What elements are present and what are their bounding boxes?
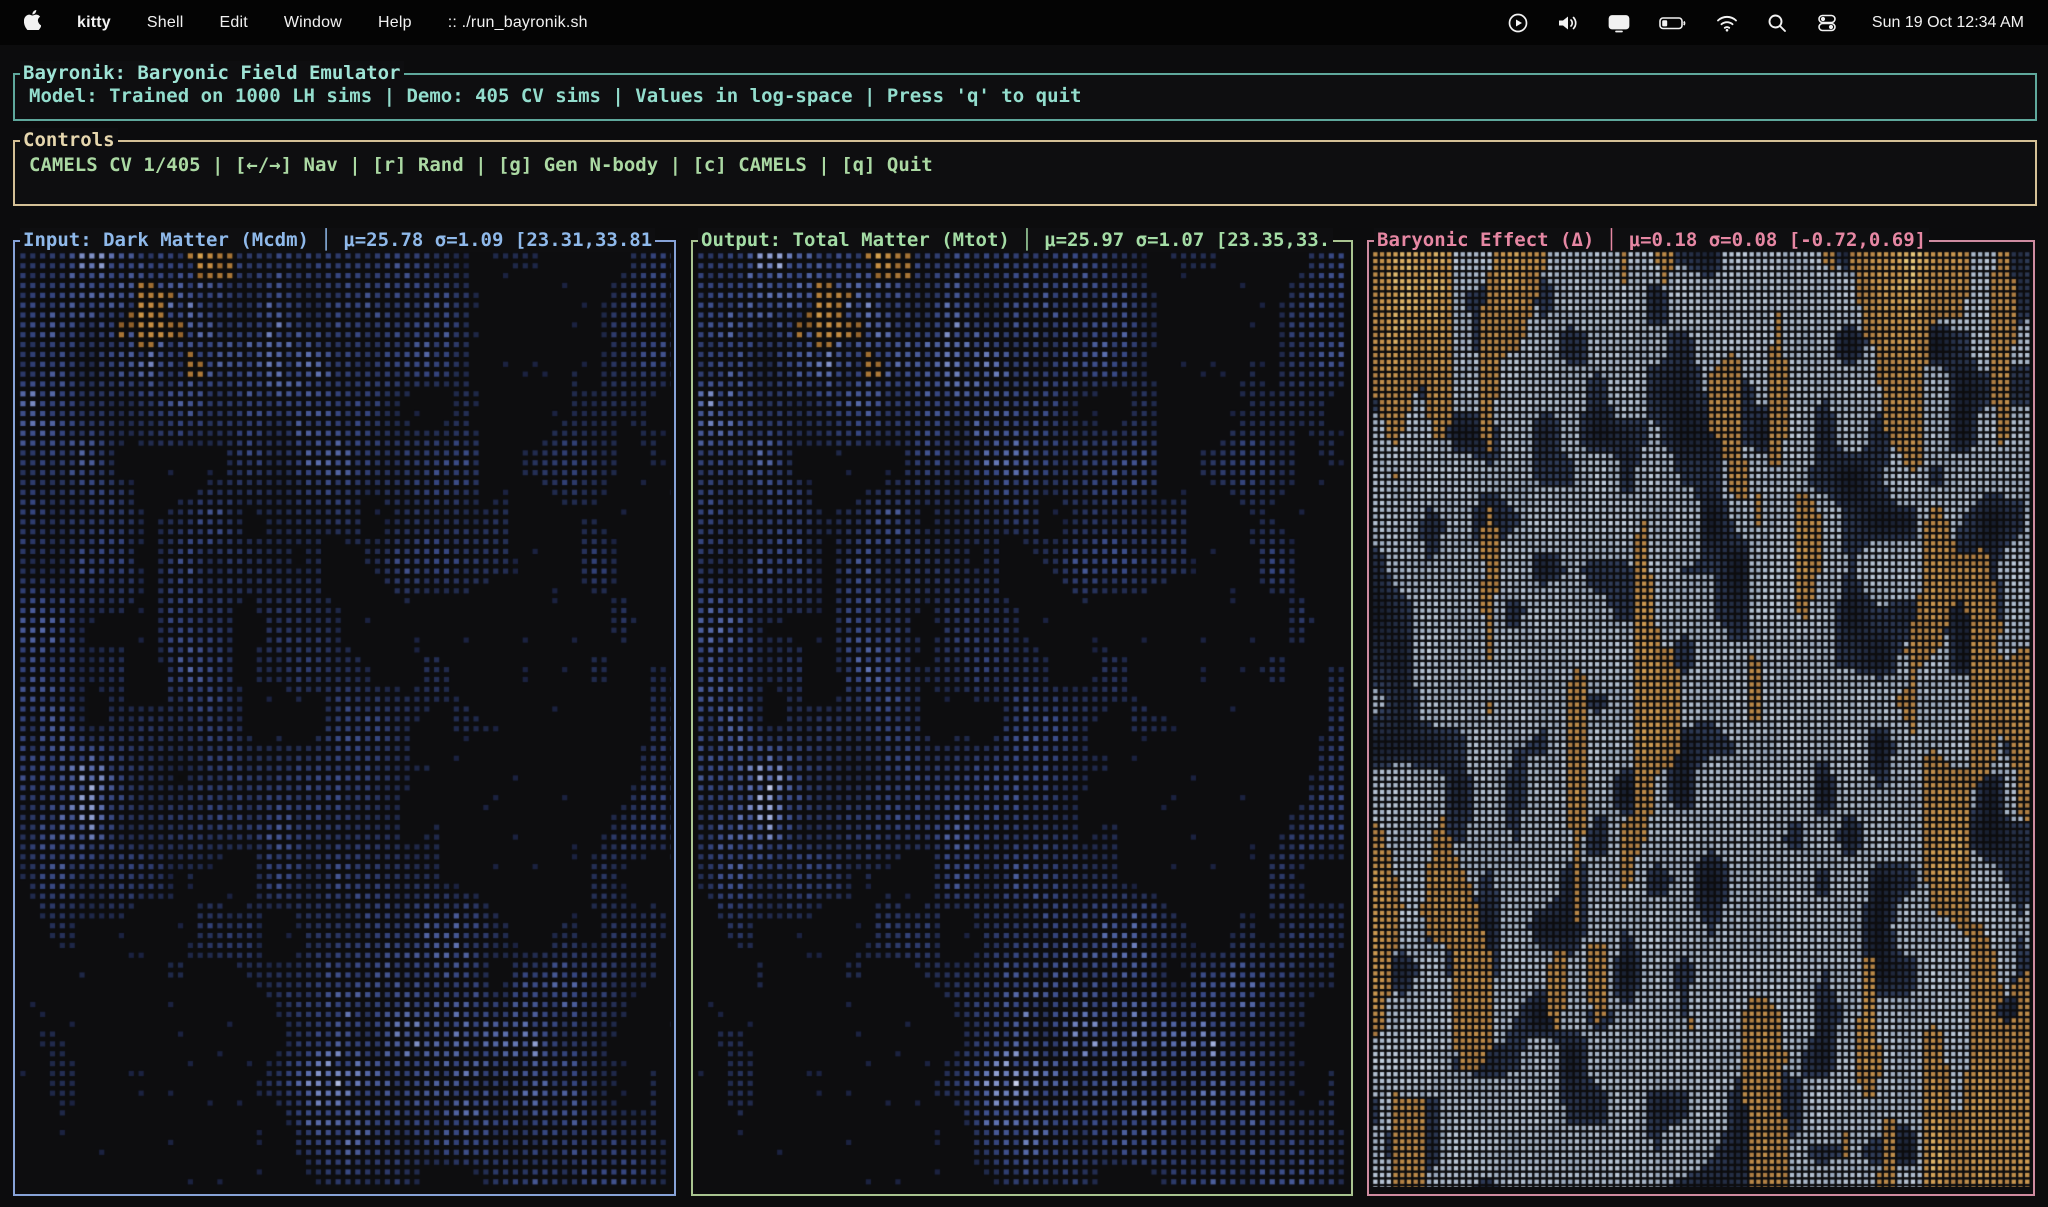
terminal-window[interactable]: Bayronik: Baryonic Field Emulator Model:… bbox=[0, 45, 2048, 1207]
controls-box: Controls CAMELS CV 1/405 | [←/→] Nav | [… bbox=[13, 140, 2037, 206]
menu-item-shell[interactable]: Shell bbox=[147, 14, 184, 32]
field-baryonic-effect bbox=[1372, 251, 2030, 1187]
menu-bar: kitty Shell Edit Window Help :: ./run_ba… bbox=[0, 0, 2048, 45]
search-icon[interactable] bbox=[1766, 12, 1788, 34]
header-box: Bayronik: Baryonic Field Emulator Model:… bbox=[13, 73, 2037, 121]
display-icon[interactable] bbox=[1607, 12, 1631, 34]
menu-item-help[interactable]: Help bbox=[378, 14, 412, 32]
play-circle-icon[interactable] bbox=[1507, 12, 1529, 34]
field-output-total-matter bbox=[696, 251, 1348, 1187]
panel-input-title: Input: Dark Matter (Mcdm) │ μ=25.78 σ=1.… bbox=[20, 228, 655, 252]
controls-box-title: Controls bbox=[20, 128, 118, 152]
panel-output-title: Output: Total Matter (Mtot) │ μ=25.97 σ=… bbox=[698, 228, 1333, 252]
header-box-line: Model: Trained on 1000 LH sims | Demo: 4… bbox=[29, 85, 1081, 107]
menu-item-edit[interactable]: Edit bbox=[219, 14, 247, 32]
volume-icon[interactable] bbox=[1556, 12, 1580, 34]
menu-left: kitty Shell Edit Window Help :: ./run_ba… bbox=[24, 10, 588, 35]
field-input-dark-matter bbox=[18, 251, 671, 1187]
panel-input-dark-matter: Input: Dark Matter (Mcdm) │ μ=25.78 σ=1.… bbox=[13, 240, 676, 1196]
control-center-icon[interactable] bbox=[1815, 12, 1839, 34]
menu-right: Sun 19 Oct 12:34 AM bbox=[1507, 12, 2024, 34]
menu-clock[interactable]: Sun 19 Oct 12:34 AM bbox=[1872, 14, 2024, 32]
window-title: :: ./run_bayronik.sh bbox=[448, 14, 588, 32]
panel-output-total-matter: Output: Total Matter (Mtot) │ μ=25.97 σ=… bbox=[691, 240, 1353, 1196]
menu-item-window[interactable]: Window bbox=[284, 14, 342, 32]
menu-item-kitty[interactable]: kitty bbox=[77, 14, 111, 32]
header-box-title: Bayronik: Baryonic Field Emulator bbox=[20, 61, 404, 85]
battery-icon[interactable] bbox=[1658, 12, 1688, 34]
panel-baryonic-title: Baryonic Effect (Δ) │ μ=0.18 σ=0.08 [-0.… bbox=[1374, 228, 1929, 252]
panel-baryonic-effect: Baryonic Effect (Δ) │ μ=0.18 σ=0.08 [-0.… bbox=[1367, 240, 2035, 1196]
wifi-icon[interactable] bbox=[1715, 12, 1739, 34]
apple-menu[interactable] bbox=[24, 10, 41, 35]
controls-box-line: CAMELS CV 1/405 | [←/→] Nav | [r] Rand |… bbox=[29, 154, 933, 176]
apple-icon bbox=[24, 10, 41, 35]
